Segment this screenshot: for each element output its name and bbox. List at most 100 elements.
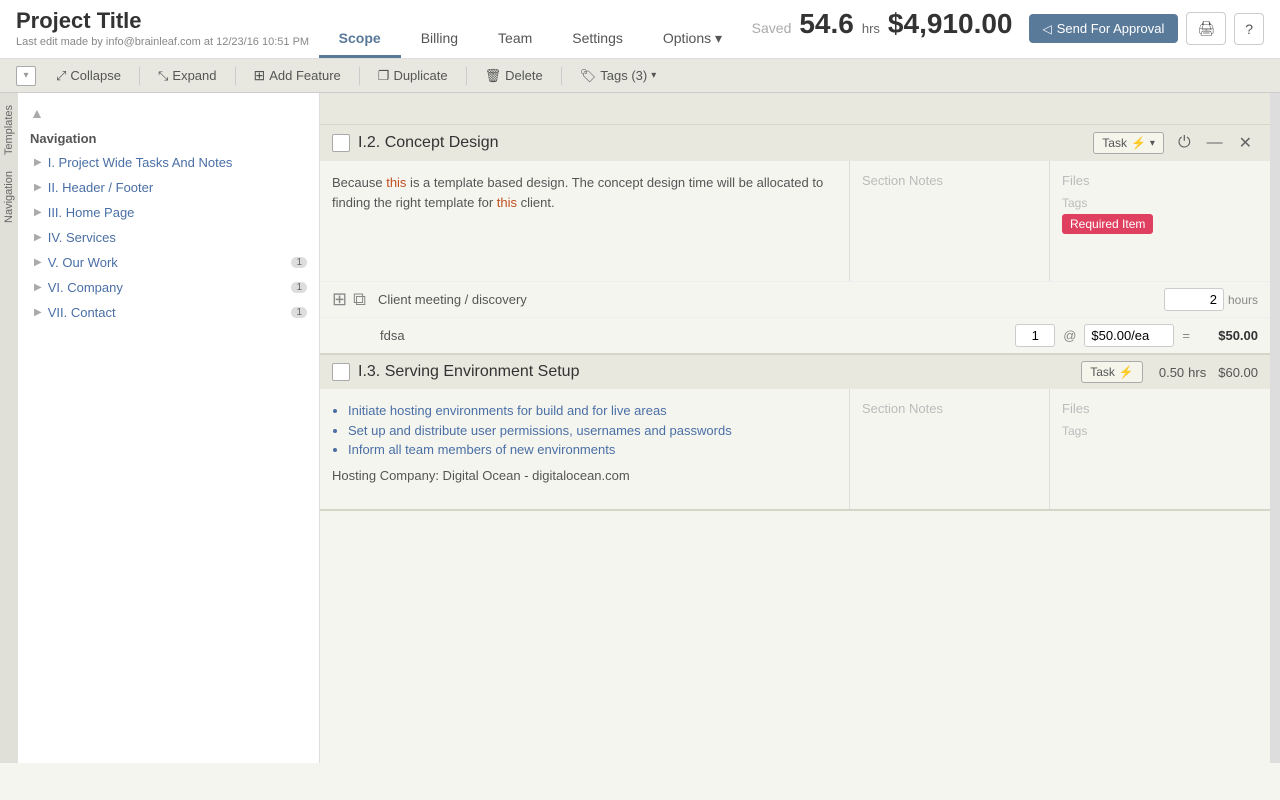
sidebar-item-label-iv: IV. Services (48, 230, 116, 245)
feature-header-i3: I.3. Serving Environment Setup Task ⚡ 0.… (320, 355, 1270, 389)
collapse-icon: ⤢ (56, 68, 66, 84)
side-tab-navigation[interactable]: Navigation (1, 163, 17, 231)
feature-files-i2: Files Tags Required Item (1050, 161, 1270, 281)
feature-checkbox-i2[interactable] (332, 134, 350, 152)
expand-label: Expand (172, 68, 216, 83)
nav-header: Navigation (18, 125, 319, 150)
print-button[interactable]: 🖨 (1186, 12, 1226, 45)
delete-button[interactable]: 🗑 Delete (477, 66, 551, 86)
feature-header-i2: I.2. Concept Design Task ⚡ ▾ ⏻ — ✕ (320, 125, 1270, 161)
side-tabs: Templates Navigation (0, 93, 18, 763)
nav-triangle-vi: ▶ (34, 282, 42, 293)
sidebar-item-our-work[interactable]: ▶ V. Our Work 1 (18, 250, 319, 275)
feature-actions-i2: ⏻ — ✕ (1172, 131, 1258, 155)
minimize-button-i2[interactable]: — (1201, 131, 1229, 155)
tab-options[interactable]: Options ▾ (643, 22, 742, 58)
sidebar-item-label-ii: II. Header / Footer (48, 180, 154, 195)
sidebar-item-label-iii: III. Home Page (48, 205, 135, 220)
feature-description-i3[interactable]: Initiate hosting environments for build … (320, 389, 850, 509)
item-price-input[interactable] (1084, 324, 1174, 347)
sidebar-item-label-vi: VI. Company (48, 280, 123, 295)
bullet1: Initiate hosting environments for build … (348, 403, 667, 418)
separator5 (561, 67, 562, 85)
highlight-this: this (386, 175, 406, 190)
duplicate-button[interactable]: ❐ Duplicate (370, 66, 456, 86)
required-item-tag[interactable]: Required Item (1062, 214, 1153, 234)
project-title: Project Title (16, 8, 309, 34)
tab-team[interactable]: Team (478, 22, 552, 58)
close-button-i2[interactable]: ✕ (1233, 131, 1258, 155)
feature-checkbox-i3[interactable] (332, 363, 350, 381)
task-row-i2: ⊞ ⧉ Client meeting / discovery hours (320, 281, 1270, 317)
sidebar-item-project-wide[interactable]: ▶ I. Project Wide Tasks And Notes (18, 150, 319, 175)
feature-block-i3: I.3. Serving Environment Setup Task ⚡ 0.… (320, 355, 1270, 511)
copy-task-icon-btn[interactable]: ⧉ (353, 289, 366, 310)
saved-indicator: Saved (752, 20, 792, 36)
item-at-symbol: @ (1063, 328, 1076, 343)
tags-dropdown-icon: ▾ (651, 70, 656, 81)
i3-hrs-label: hrs (1188, 365, 1206, 380)
add-feature-label: Add Feature (269, 68, 341, 83)
delete-icon: 🗑 (485, 68, 502, 84)
sidebar-item-label-v: V. Our Work (48, 255, 118, 270)
feature-notes-i3[interactable]: Section Notes (850, 389, 1050, 509)
send-icon: ◁ (1043, 22, 1052, 36)
sidebar-item-company[interactable]: ▶ VI. Company 1 (18, 275, 319, 300)
task-type-btn-i2[interactable]: Task ⚡ ▾ (1093, 132, 1164, 154)
tags-button[interactable]: 🏷 Tags (3) ▾ (572, 66, 665, 86)
bullet3: Inform all team members of new environme… (348, 442, 615, 457)
add-task-icon-btn[interactable]: ⊞ (332, 289, 347, 310)
sidebar-item-services[interactable]: ▶ IV. Services (18, 225, 319, 250)
feature-body-i3: Initiate hosting environments for build … (320, 389, 1270, 509)
add-feature-button[interactable]: ⊞ Add Feature (246, 65, 349, 86)
help-button[interactable]: ? (1234, 13, 1264, 45)
sidebar-item-label-vii: VII. Contact (48, 305, 116, 320)
hours-label: hrs (862, 21, 880, 36)
tab-settings[interactable]: Settings (552, 22, 643, 58)
task-icons-i2: ⊞ ⧉ (332, 289, 366, 310)
task-type-btn-i3[interactable]: Task ⚡ (1081, 361, 1143, 383)
main-layout: Templates Navigation ▲ Navigation ▶ I. P… (0, 93, 1280, 763)
item-row-i2: fdsa @ = $50.00 (320, 317, 1270, 353)
side-tab-templates[interactable]: Templates (1, 97, 17, 163)
duplicate-icon: ❐ (378, 68, 390, 84)
badge-vi: 1 (291, 282, 307, 293)
description-footer-i3: Hosting Company: Digital Ocean - digital… (332, 466, 837, 486)
nav-collapse-btn[interactable]: ▲ (18, 101, 319, 125)
expand-icon: ⤡ (158, 68, 168, 84)
sidebar-item-home-page[interactable]: ▶ III. Home Page (18, 200, 319, 225)
expand-button[interactable]: ⤡ Expand (150, 66, 225, 86)
tags-label-i3: Tags (1062, 424, 1258, 438)
feature-files-i3: Files Tags (1050, 389, 1270, 509)
item-total-value: $50.00 (1198, 328, 1258, 343)
task-hours-label: hours (1228, 293, 1258, 307)
collapse-button[interactable]: ⤢ Collapse (48, 66, 129, 86)
duplicate-label: Duplicate (393, 68, 447, 83)
main-tabs: Scope Billing Team Settings Options ▾ (319, 22, 742, 58)
sidebar-item-contact[interactable]: ▶ VII. Contact 1 (18, 300, 319, 325)
total-hours: 54.6 (799, 8, 854, 40)
tab-billing[interactable]: Billing (401, 22, 478, 58)
feature-number-i2: I.2. (358, 134, 380, 151)
select-all-checkbox[interactable]: ▾ (16, 66, 36, 86)
send-approval-label: Send For Approval (1057, 21, 1165, 36)
checkbox-arrow: ▾ (23, 70, 28, 81)
header-left: Project Title Last edit made by info@bra… (16, 8, 309, 48)
tags-icon: 🏷 (580, 68, 597, 84)
task-hours-input[interactable] (1164, 288, 1224, 311)
sidebar-item-header-footer[interactable]: ▶ II. Header / Footer (18, 175, 319, 200)
scrollbar[interactable] (1270, 93, 1280, 763)
item-qty-input[interactable] (1015, 324, 1055, 347)
nav-triangle-v: ▶ (34, 257, 42, 268)
delete-label: Delete (505, 68, 543, 83)
tab-scope[interactable]: Scope (319, 22, 401, 58)
header-stats: Saved 54.6 hrs $4,910.00 (752, 8, 1013, 40)
i3-hrs-val: 0.50 (1159, 365, 1184, 380)
files-label-i2: Files (1062, 173, 1089, 188)
send-for-approval-button[interactable]: ◁ Send For Approval (1029, 14, 1179, 43)
sidebar: Templates Navigation ▲ Navigation ▶ I. P… (0, 93, 320, 763)
notes-placeholder-i2: Section Notes (862, 173, 943, 188)
feature-notes-i2[interactable]: Section Notes (850, 161, 1050, 281)
power-button-i2[interactable]: ⏻ (1172, 131, 1197, 155)
feature-description-i2[interactable]: Because this is a template based design.… (320, 161, 850, 281)
